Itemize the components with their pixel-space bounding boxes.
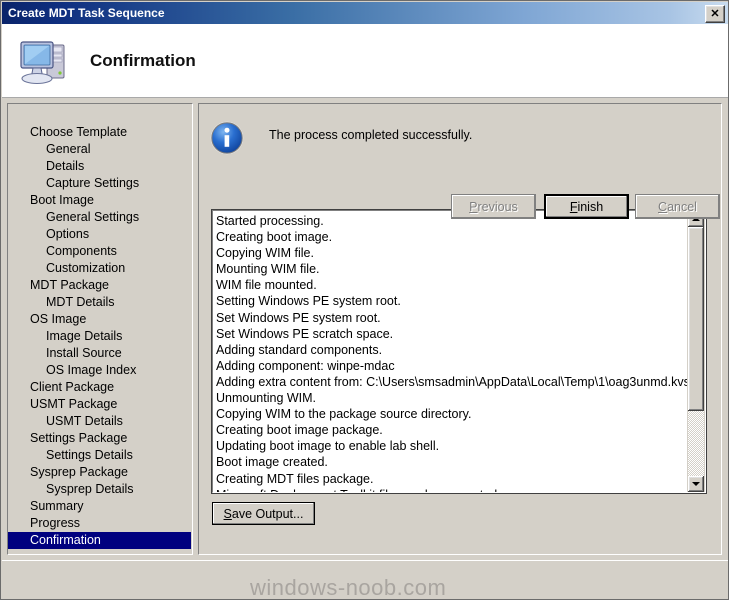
sidebar-item-confirmation[interactable]: Confirmation (8, 532, 191, 549)
log-line: Unmounting WIM. (216, 391, 317, 406)
sidebar-item-os-image[interactable]: OS Image (8, 311, 192, 328)
log-line: Boot image created. (216, 455, 328, 470)
window-title: Create MDT Task Sequence (8, 6, 165, 20)
log-line: Set Windows PE system root. (216, 310, 381, 325)
log-line: Adding standard components. (216, 342, 383, 357)
wizard-step-list[interactable]: Choose Template General Details Capture Set… (7, 103, 193, 555)
sidebar-item-details[interactable]: Details (8, 158, 192, 175)
previous-button[interactable]: Previous (451, 194, 536, 219)
log-line: Updating boot image to enable lab shell. (216, 439, 440, 454)
sidebar-item-usmt-details[interactable]: USMT Details (8, 413, 192, 430)
footer-bar (2, 562, 728, 599)
sidebar-item-mdt-package[interactable]: MDT Package (8, 277, 192, 294)
sidebar-item-mdt-details[interactable]: MDT Details (8, 294, 192, 311)
sidebar-item-image-details[interactable]: Image Details (8, 328, 192, 345)
log-line: Setting Windows PE system root. (216, 294, 401, 309)
sidebar-item-settings-package[interactable]: Settings Package (8, 430, 192, 447)
log-line: WIM file mounted. (216, 278, 317, 293)
sidebar-item-sysprep-package[interactable]: Sysprep Package (8, 464, 192, 481)
sidebar-item-general-settings[interactable]: General Settings (8, 209, 192, 226)
sidebar-item-settings-details[interactable]: Settings Details (8, 447, 192, 464)
log-line: Creating boot image package. (216, 423, 383, 438)
close-icon: ✕ (710, 7, 720, 20)
sidebar-item-sysprep-details[interactable]: Sysprep Details (8, 481, 192, 498)
cancel-button[interactable]: Cancel (635, 194, 720, 219)
log-scrollbar[interactable] (687, 211, 705, 492)
scroll-down-arrow-icon[interactable] (688, 476, 704, 492)
dialog-window: Create MDT Task Sequence ✕ Confirmation … (0, 0, 729, 600)
log-line: Creating boot image. (216, 230, 333, 245)
sidebar-item-client-package[interactable]: Client Package (8, 379, 192, 396)
sidebar-item-summary[interactable]: Summary (8, 498, 192, 515)
finish-button[interactable]: Finish (544, 194, 629, 219)
log-line: Creating MDT files package. (216, 471, 374, 486)
log-line: Adding extra content from: C:\Users\smsa… (216, 374, 687, 389)
log-line: Copying WIM to the package source direct… (216, 407, 472, 422)
log-line: Adding component: winpe-mdac (216, 358, 395, 373)
close-button[interactable]: ✕ (705, 5, 725, 23)
content-panel: The process completed successfully. Star… (198, 103, 722, 555)
sidebar-item-general[interactable]: General (8, 141, 192, 158)
sidebar-item-progress[interactable]: Progress (8, 515, 192, 532)
sidebar-item-capture-settings[interactable]: Capture Settings (8, 175, 192, 192)
page-title: Confirmation (90, 50, 196, 70)
log-line: Microsoft Deployment Toolkit files packa… (216, 487, 687, 492)
sidebar-item-install-source[interactable]: Install Source (8, 345, 192, 362)
log-line: Set Windows PE scratch space. (216, 326, 394, 341)
sidebar-item-boot-image[interactable]: Boot Image (8, 192, 192, 209)
scrollbar-thumb[interactable] (688, 227, 704, 412)
sidebar-item-customization[interactable]: Customization (8, 260, 192, 277)
sidebar-item-os-image-index[interactable]: OS Image Index (8, 362, 192, 379)
sidebar-item-options[interactable]: Options (8, 226, 192, 243)
status-row: The process completed successfully. (209, 120, 472, 156)
dialog-body: Choose Template General Details Capture Set… (2, 99, 728, 599)
info-icon (209, 120, 245, 156)
title-bar: Create MDT Task Sequence ✕ (2, 2, 728, 24)
wizard-header: Confirmation (2, 24, 728, 98)
log-output[interactable]: Started processing. Creating boot image. C… (212, 210, 706, 493)
sidebar-item-usmt-package[interactable]: USMT Package (8, 396, 192, 413)
sidebar-item-choose-template[interactable]: Choose Template (8, 124, 192, 141)
save-output-button[interactable]: Save Output... (212, 502, 315, 525)
log-text-area: Started processing. Creating boot image. C… (213, 211, 687, 492)
log-line: Copying WIM file. (216, 246, 314, 261)
log-line: Mounting WIM file. (216, 262, 320, 277)
status-message: The process completed successfully. (269, 128, 473, 142)
computer-icon (16, 33, 74, 89)
scrollbar-track[interactable] (688, 227, 704, 476)
sidebar-item-components[interactable]: Components (8, 243, 192, 260)
